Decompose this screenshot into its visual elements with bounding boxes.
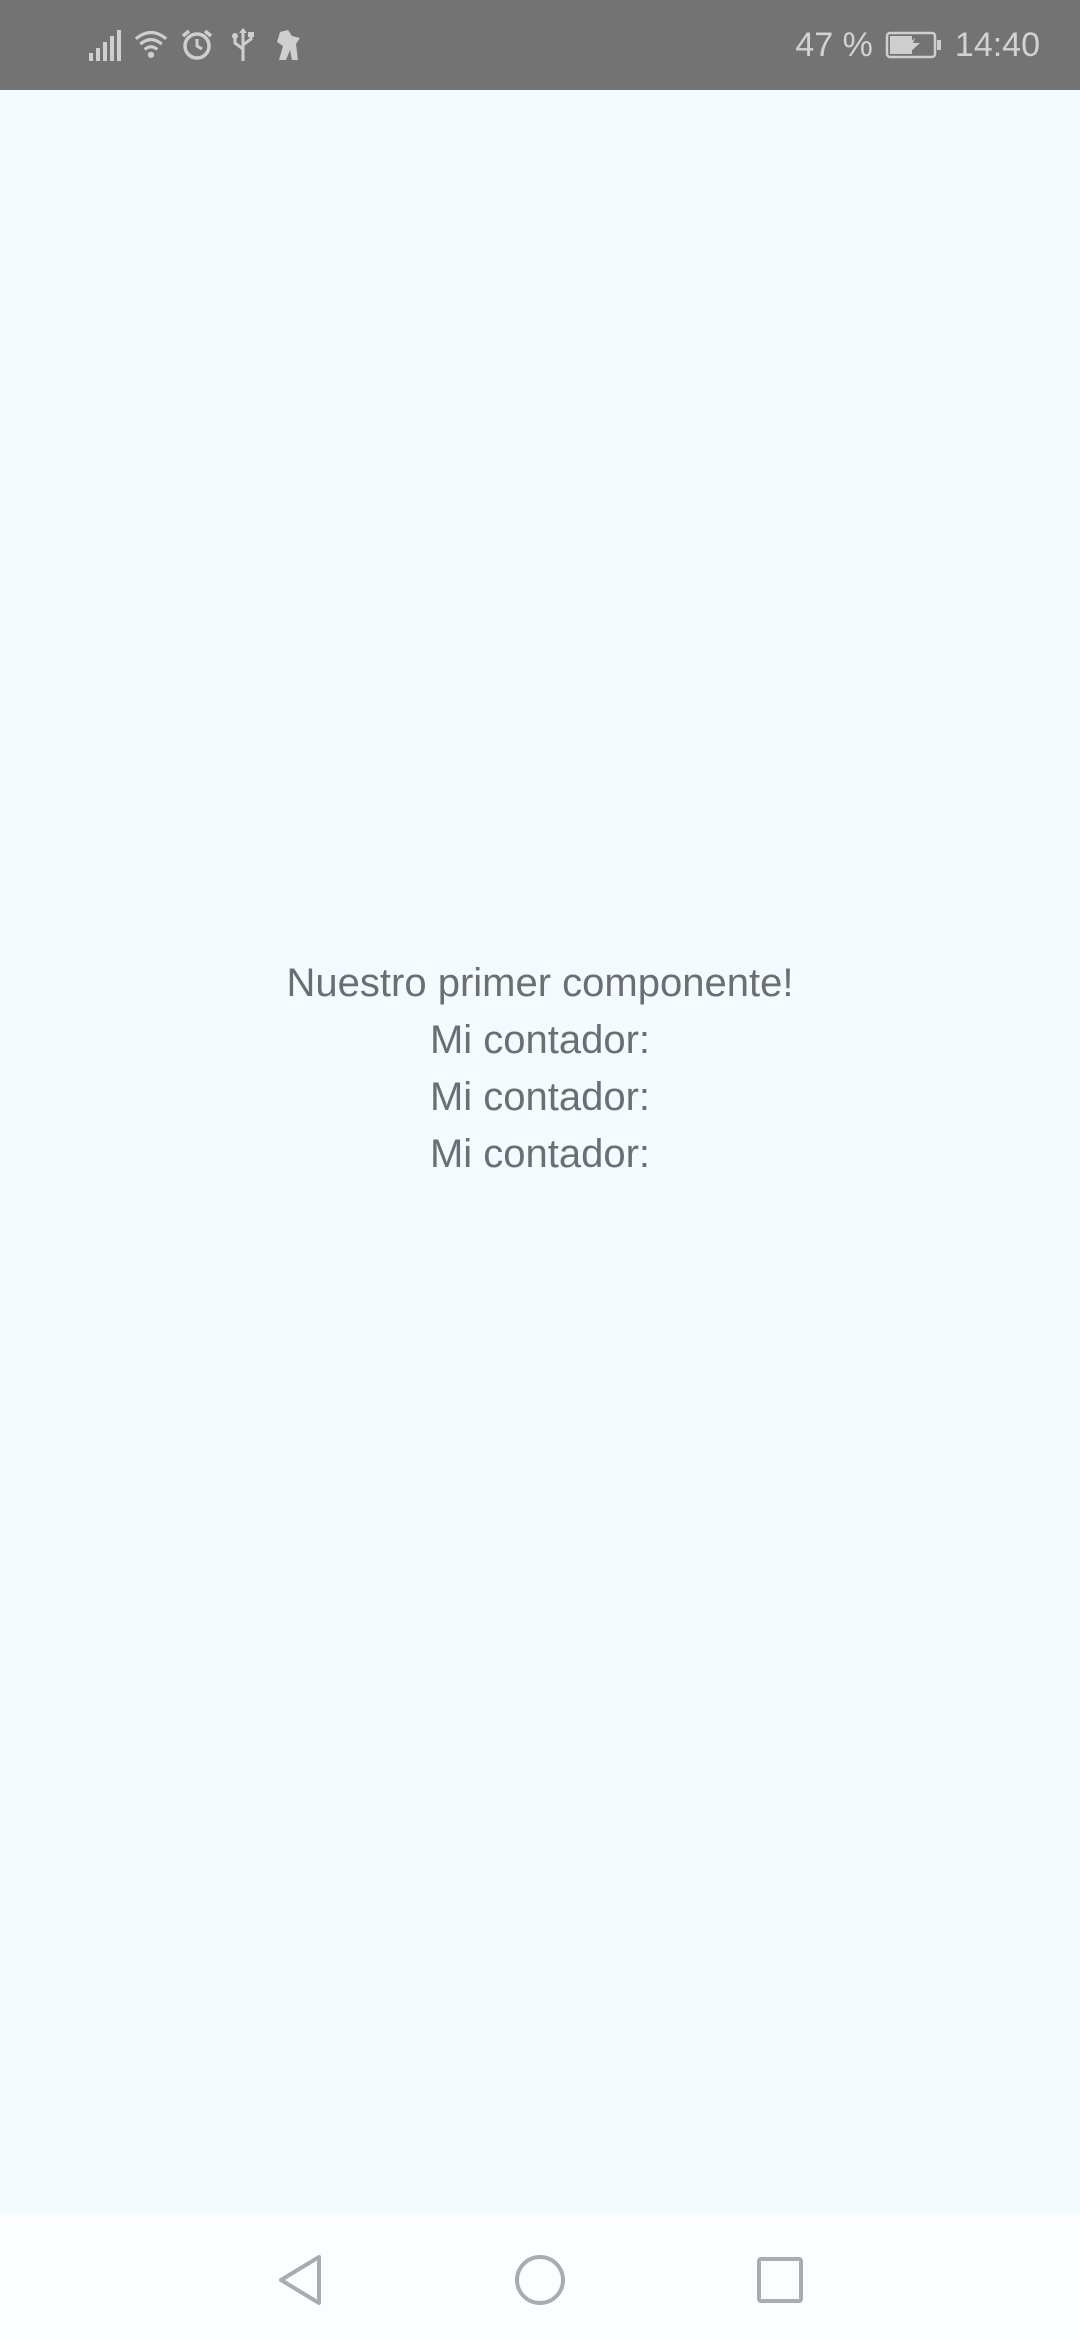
- usb-icon: [226, 25, 260, 65]
- component-text: Nuestro primer componente! Mi contador: …: [0, 955, 1080, 1183]
- component-title: Nuestro primer componente!: [286, 961, 794, 1005]
- clock: 14:40: [954, 25, 1040, 64]
- app-notification-icon: [272, 25, 306, 65]
- home-icon[interactable]: [510, 2250, 570, 2310]
- wifi-icon: [134, 25, 168, 65]
- counter-label: Mi contador:: [429, 1132, 651, 1176]
- alarm-icon: [180, 25, 214, 65]
- recents-icon[interactable]: [750, 2250, 810, 2310]
- counter-label: Mi contador:: [429, 1018, 651, 1062]
- battery-charging-icon: [885, 30, 943, 60]
- status-bar: 47 % 14:40: [0, 0, 1080, 90]
- back-icon[interactable]: [270, 2250, 330, 2310]
- signal-icon: [88, 25, 122, 65]
- status-right: 47 % 14:40: [795, 26, 1040, 65]
- battery-percent: 47 %: [795, 25, 873, 64]
- counter-label: Mi contador:: [429, 1075, 651, 1119]
- status-icons: [88, 25, 306, 65]
